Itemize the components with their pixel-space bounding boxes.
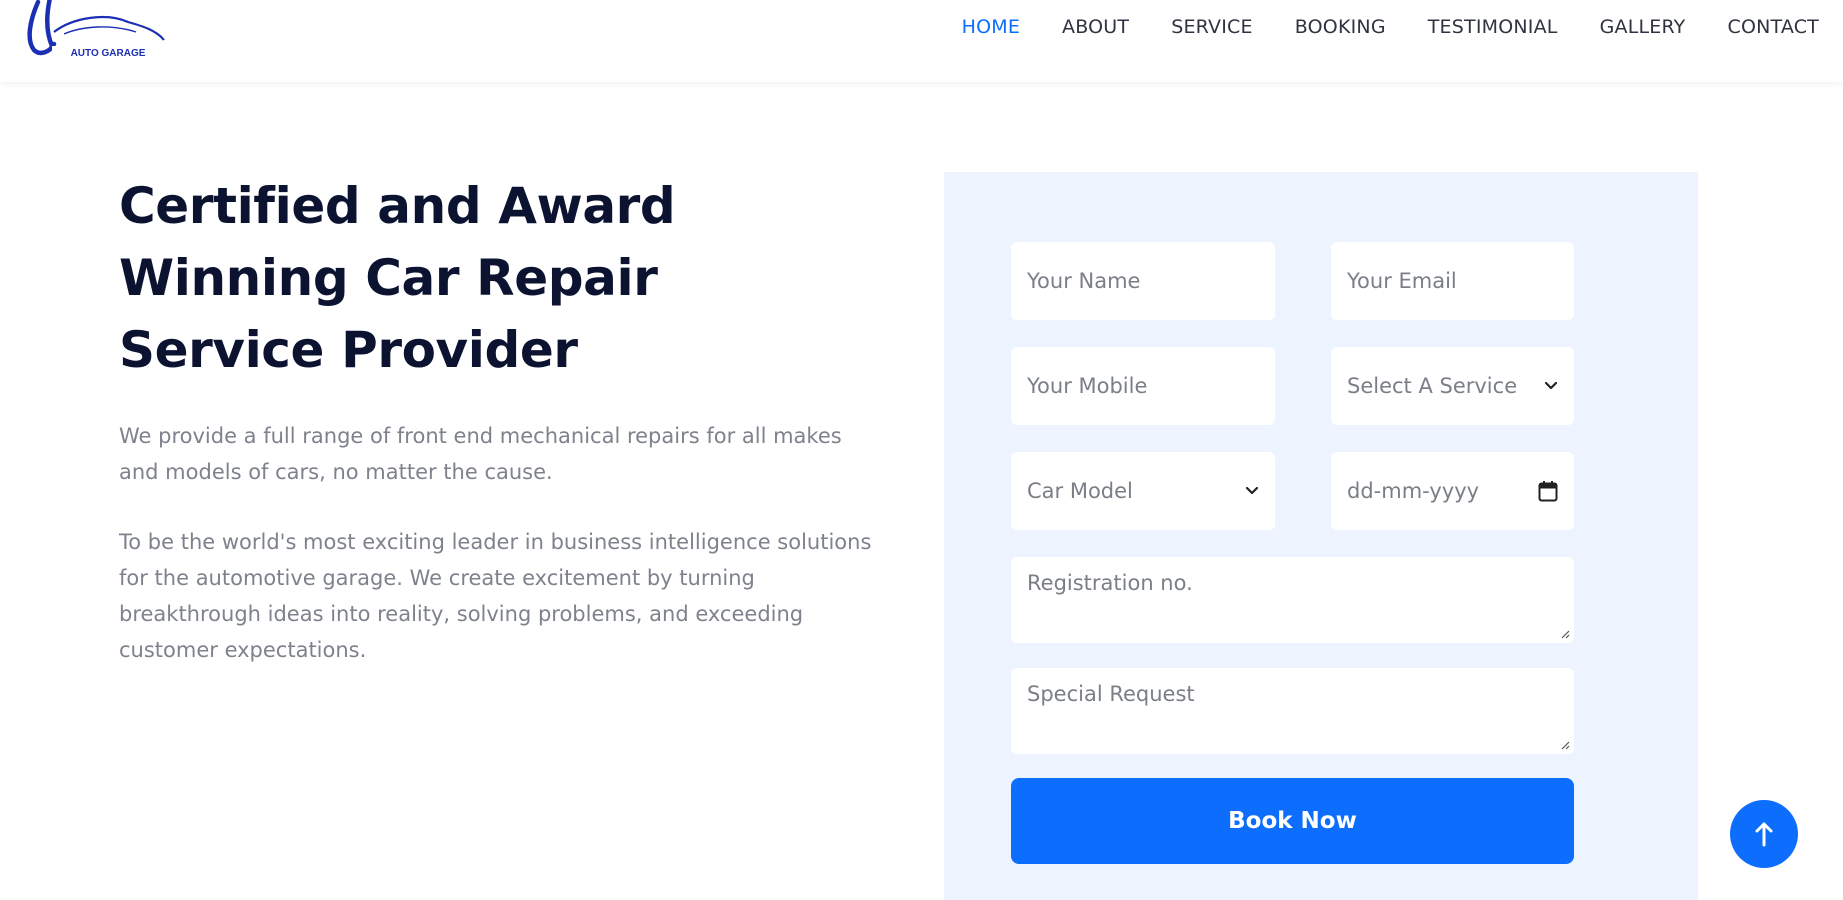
mobile-input[interactable]: Your Mobile (1011, 347, 1275, 425)
auto-garage-logo: AUTO GARAGE (27, 0, 165, 59)
special-request-textarea[interactable]: Special Request (1011, 668, 1574, 754)
brand-logo[interactable]: AUTO GARAGE (24, 0, 169, 62)
page-title: Certified and Award Winning Car Repair S… (119, 177, 676, 379)
resize-grip-icon[interactable] (1560, 629, 1570, 639)
booking-form-panel: Your Name Your Email Your Mobile Select … (944, 172, 1698, 900)
email-placeholder: Your Email (1347, 269, 1457, 293)
intro-paragraph-1: We provide a full range of front end mec… (119, 424, 842, 484)
arrow-up-icon (1755, 822, 1773, 847)
back-to-top-button[interactable] (1730, 800, 1798, 868)
nav-home[interactable]: HOME (962, 16, 1020, 38)
car-model-select-value: Car Model (1027, 479, 1133, 503)
intro-section: Certified and Award Winning Car Repair S… (119, 170, 879, 668)
car-model-select[interactable]: Car Model (1011, 452, 1275, 530)
nav-service[interactable]: SERVICE (1171, 16, 1253, 38)
nav-booking[interactable]: BOOKING (1295, 16, 1386, 38)
nav-about[interactable]: ABOUT (1062, 16, 1129, 38)
name-placeholder: Your Name (1027, 269, 1141, 293)
registration-placeholder: Registration no. (1027, 571, 1193, 595)
chevron-down-icon (1245, 486, 1259, 495)
book-now-button[interactable]: Book Now (1011, 778, 1574, 864)
resize-grip-icon[interactable] (1560, 740, 1570, 750)
svg-text:AUTO GARAGE: AUTO GARAGE (71, 48, 146, 59)
service-select-value: Select A Service (1347, 374, 1518, 398)
date-placeholder: dd-mm-yyyy (1347, 479, 1480, 503)
nav-contact[interactable]: CONTACT (1727, 16, 1819, 38)
registration-textarea[interactable]: Registration no. (1011, 557, 1574, 643)
special-request-placeholder: Special Request (1027, 682, 1195, 706)
email-input[interactable]: Your Email (1331, 242, 1574, 320)
nav-gallery[interactable]: GALLERY (1600, 16, 1686, 38)
calendar-icon[interactable] (1538, 480, 1558, 502)
chevron-down-icon (1544, 381, 1558, 390)
main-nav: HOME ABOUT SERVICE BOOKING TESTIMONIAL G… (962, 0, 1819, 54)
service-select[interactable]: Select A Service (1331, 347, 1574, 425)
mobile-placeholder: Your Mobile (1027, 374, 1148, 398)
intro-paragraph-2: To be the world's most exciting leader i… (119, 530, 872, 662)
date-input[interactable]: dd-mm-yyyy (1331, 452, 1574, 530)
site-header: AUTO GARAGE HOME ABOUT SERVICE BOOKING T… (0, 0, 1843, 82)
name-input[interactable]: Your Name (1011, 242, 1275, 320)
nav-testimonial[interactable]: TESTIMONIAL (1428, 16, 1558, 38)
